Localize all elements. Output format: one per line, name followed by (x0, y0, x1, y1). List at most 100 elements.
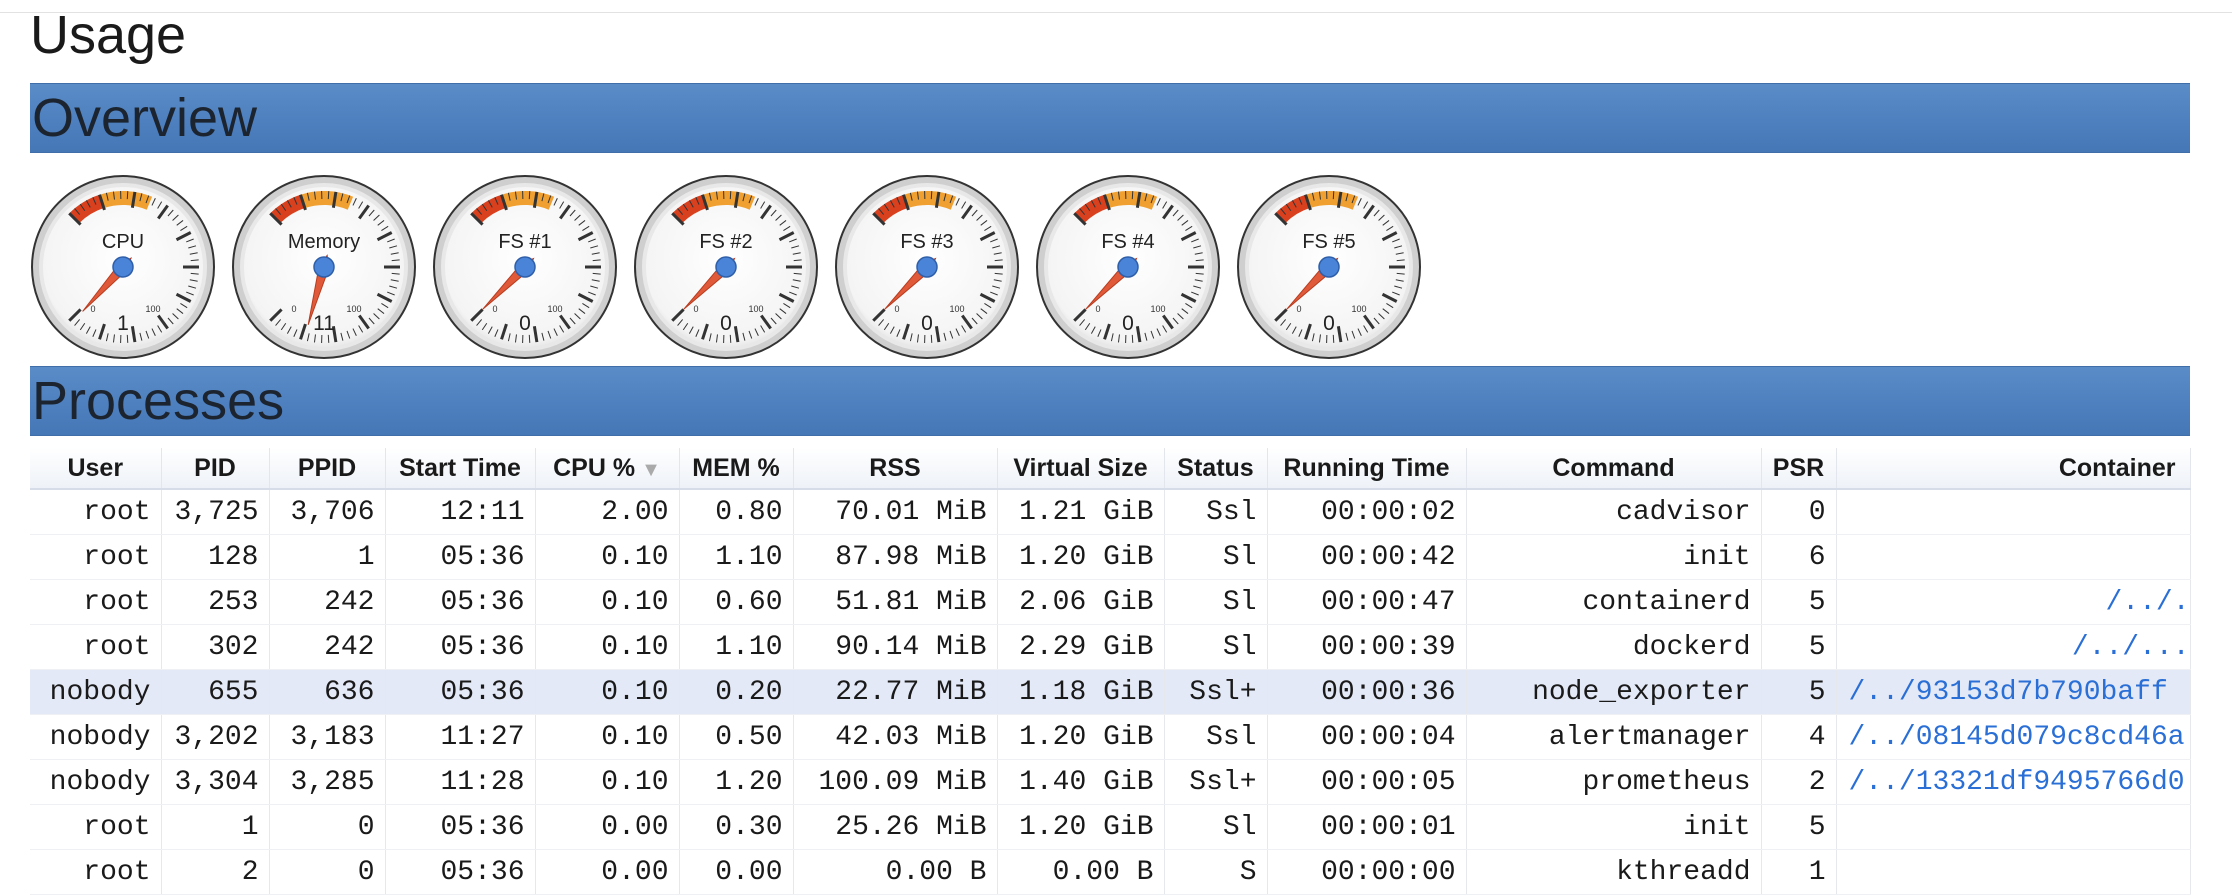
cell-pid: 302 (161, 625, 269, 670)
cell-mem: 0.20 (679, 670, 793, 715)
cell-virtual-size: 1.20 GiB (997, 715, 1164, 760)
gauge-fs-1: 0100FS #10 (432, 174, 618, 360)
cell-user: root (30, 535, 161, 580)
top-divider (0, 12, 2232, 13)
cell-running-time: 00:00:01 (1267, 805, 1466, 850)
processes-title: Processes (32, 371, 284, 431)
col-pid[interactable]: PID (161, 448, 269, 489)
gauge-hub (716, 257, 736, 277)
cell-running-time: 00:00:47 (1267, 580, 1466, 625)
cell-status: Ssl+ (1164, 760, 1267, 805)
cell-cpu: 0.10 (535, 760, 679, 805)
col-rss[interactable]: RSS (793, 448, 997, 489)
cell-psr: 5 (1761, 580, 1836, 625)
gauge-min-label: 0 (90, 304, 95, 314)
table-row: nobody65563605:360.100.2022.77 MiB1.18 G… (30, 670, 2190, 715)
cell-container[interactable]: /../13321df9495766d0 (1836, 760, 2190, 805)
col-cpu[interactable]: CPU % ▼ (535, 448, 679, 489)
cell-container[interactable]: /../08145d079c8cd46a (1836, 715, 2190, 760)
cell-start-time: 11:27 (385, 715, 535, 760)
table-row: root3,7253,70612:112.000.8070.01 MiB1.21… (30, 489, 2190, 535)
col-running-time[interactable]: Running Time (1267, 448, 1466, 489)
cell-psr: 5 (1761, 625, 1836, 670)
col-mem[interactable]: MEM % (679, 448, 793, 489)
gauge-hub (1319, 257, 1339, 277)
cell-psr: 4 (1761, 715, 1836, 760)
cell-virtual-size: 1.21 GiB (997, 489, 1164, 535)
cell-status: Ssl (1164, 489, 1267, 535)
gauge-max-label: 100 (346, 304, 361, 314)
cell-command: node_exporter (1466, 670, 1761, 715)
cell-container[interactable]: /../... (1836, 625, 2190, 670)
gauge-hub (314, 257, 334, 277)
cell-ppid: 242 (269, 580, 385, 625)
cell-start-time: 05:36 (385, 535, 535, 580)
cell-start-time: 05:36 (385, 670, 535, 715)
col-start-time[interactable]: Start Time (385, 448, 535, 489)
cell-running-time: 00:00:39 (1267, 625, 1466, 670)
gauge-dial: 0100FS #50 (1236, 174, 1422, 360)
processes-header: Processes (30, 366, 2190, 436)
cell-container[interactable]: /../. (1836, 580, 2190, 625)
cell-virtual-size: 1.20 GiB (997, 805, 1164, 850)
gauge-dial: 0100FS #10 (432, 174, 618, 360)
gauge-dial: 0100FS #20 (633, 174, 819, 360)
col-container[interactable]: Container (1836, 448, 2190, 489)
cell-container[interactable]: /../93153d7b790baff (1836, 670, 2190, 715)
gauge-label: Memory (288, 231, 360, 253)
col-cpu-label: CPU % (553, 454, 635, 482)
gauge-label: FS #3 (900, 231, 953, 253)
cell-start-time: 05:36 (385, 580, 535, 625)
cell-mem: 1.10 (679, 535, 793, 580)
gauge-hub (515, 257, 535, 277)
cell-running-time: 00:00:42 (1267, 535, 1466, 580)
cell-mem: 1.10 (679, 625, 793, 670)
sort-desc-icon: ▼ (641, 459, 661, 481)
cell-running-time: 00:00:36 (1267, 670, 1466, 715)
cell-ppid: 636 (269, 670, 385, 715)
cell-ppid: 3,183 (269, 715, 385, 760)
gauges-panel: 0100CPU10100Memory110100FS #100100FS #20… (30, 152, 2190, 366)
gauge-max-label: 100 (1351, 304, 1366, 314)
cell-container (1836, 535, 2190, 580)
col-command[interactable]: Command (1466, 448, 1761, 489)
cell-user: nobody (30, 670, 161, 715)
col-psr[interactable]: PSR (1761, 448, 1836, 489)
cell-mem: 0.30 (679, 805, 793, 850)
cell-psr: 5 (1761, 670, 1836, 715)
gauge-max-label: 100 (547, 304, 562, 314)
col-ppid[interactable]: PPID (269, 448, 385, 489)
gauge-fs-4: 0100FS #40 (1035, 174, 1221, 360)
gauge-max-label: 100 (145, 304, 160, 314)
cell-status: Ssl+ (1164, 670, 1267, 715)
cell-ppid: 0 (269, 805, 385, 850)
col-status[interactable]: Status (1164, 448, 1267, 489)
gauge-min-label: 0 (1095, 304, 1100, 314)
col-user[interactable]: User (30, 448, 161, 489)
cell-psr: 2 (1761, 760, 1836, 805)
cell-status: Sl (1164, 535, 1267, 580)
cell-command: init (1466, 535, 1761, 580)
cell-user: nobody (30, 760, 161, 805)
gauge-dial: 0100FS #40 (1035, 174, 1221, 360)
cell-running-time: 00:00:05 (1267, 760, 1466, 805)
gauge-max-label: 100 (1150, 304, 1165, 314)
process-table-body: root3,7253,70612:112.000.8070.01 MiB1.21… (30, 489, 2190, 895)
cell-mem: 0.80 (679, 489, 793, 535)
cell-status: Ssl (1164, 715, 1267, 760)
gauge-cpu: 0100CPU1 (30, 174, 216, 360)
gauge-label: FS #2 (699, 231, 752, 253)
cell-command: cadvisor (1466, 489, 1761, 535)
cell-rss: 25.26 MiB (793, 805, 997, 850)
cell-user: root (30, 625, 161, 670)
gauge-hub (1118, 257, 1138, 277)
gauge-value: 0 (519, 312, 531, 335)
cell-rss: 100.09 MiB (793, 760, 997, 805)
table-row: nobody3,2023,18311:270.100.5042.03 MiB1.… (30, 715, 2190, 760)
cell-running-time: 00:00:04 (1267, 715, 1466, 760)
cell-rss: 42.03 MiB (793, 715, 997, 760)
cell-virtual-size: 1.20 GiB (997, 535, 1164, 580)
cell-command: containerd (1466, 580, 1761, 625)
col-virtual-size[interactable]: Virtual Size (997, 448, 1164, 489)
gauge-dial: 0100CPU1 (30, 174, 216, 360)
